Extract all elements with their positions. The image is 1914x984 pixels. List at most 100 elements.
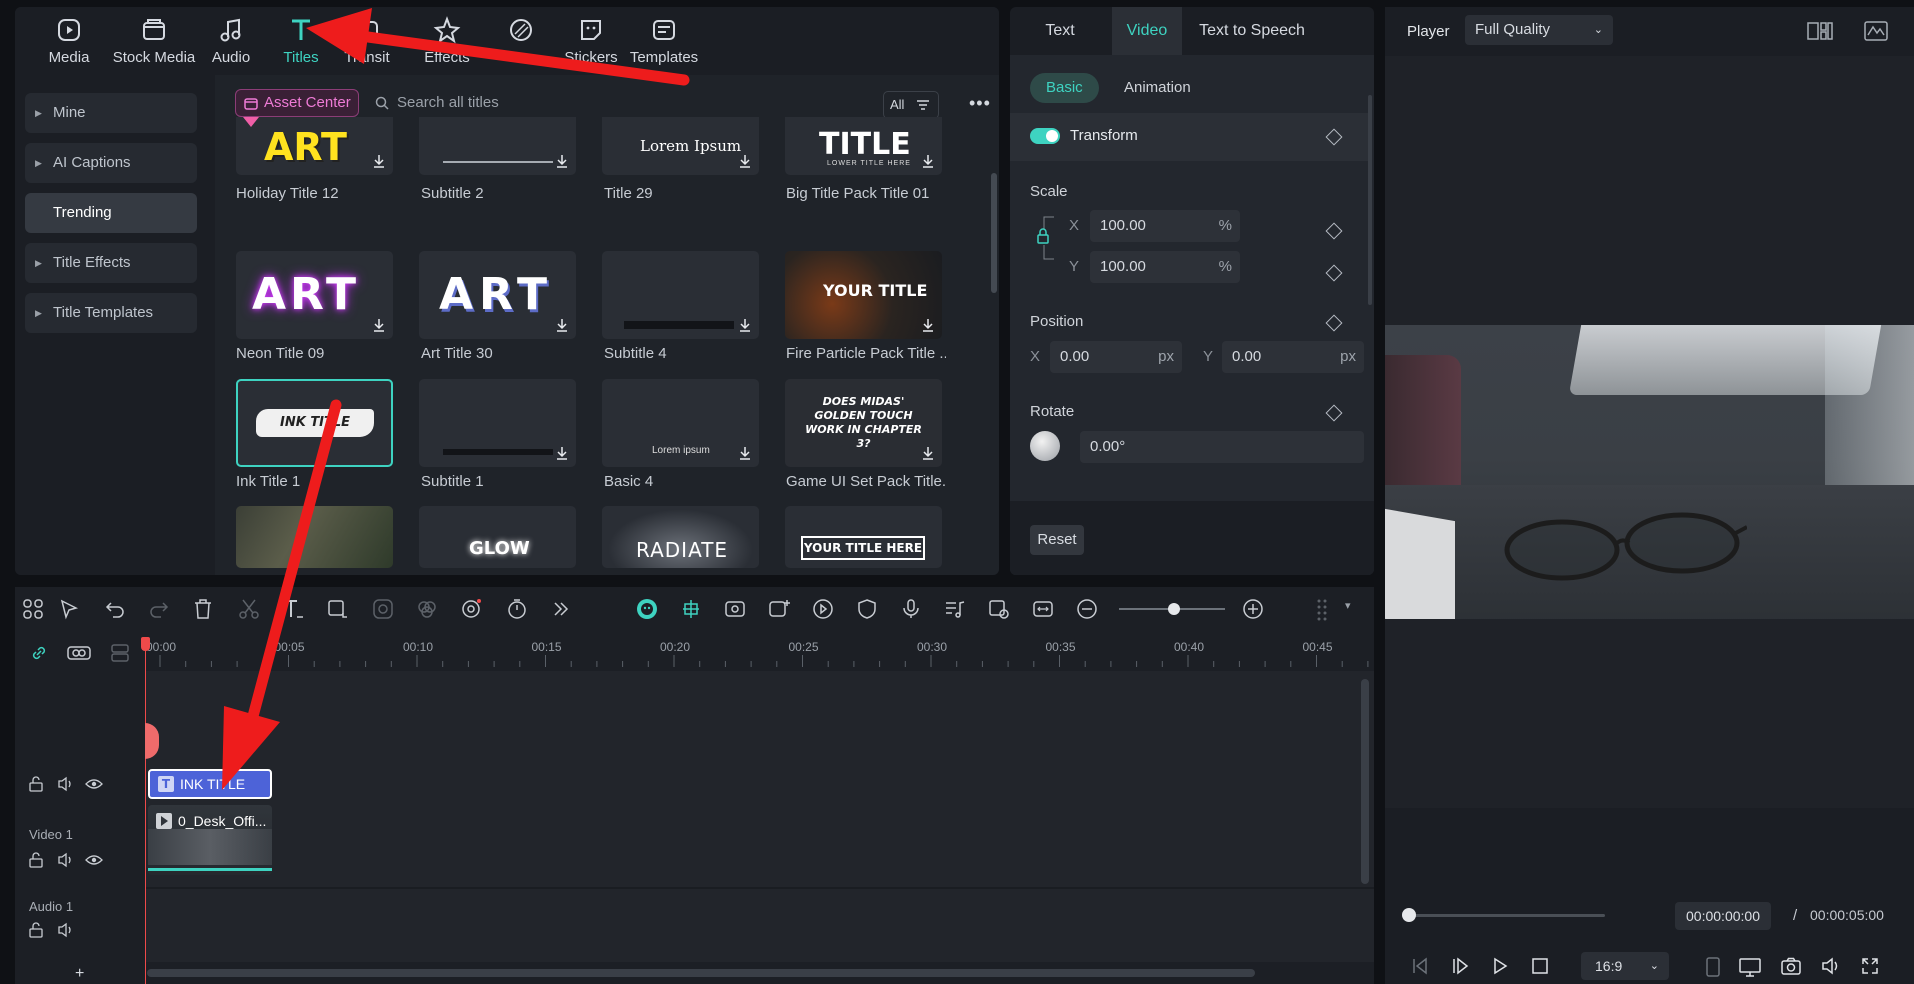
subtab-basic[interactable]: Basic bbox=[1030, 73, 1099, 103]
select-tool-icon[interactable] bbox=[57, 597, 81, 621]
download-icon[interactable] bbox=[554, 445, 570, 461]
title-card-art-title-30[interactable]: ART bbox=[419, 251, 576, 339]
asset-center-button[interactable]: Asset Center bbox=[235, 89, 359, 117]
title-card-title-29[interactable]: Lorem Ipsum bbox=[602, 117, 759, 175]
snap-icon[interactable] bbox=[679, 597, 703, 621]
more-options-icon[interactable]: ••• bbox=[969, 93, 991, 114]
sidebar-item-trending[interactable]: Trending bbox=[25, 193, 197, 233]
lock-icon[interactable] bbox=[28, 922, 44, 938]
download-icon[interactable] bbox=[737, 445, 753, 461]
filter-dropdown[interactable]: All bbox=[883, 91, 939, 119]
lock-icon[interactable] bbox=[28, 852, 44, 868]
track-manager-icon[interactable] bbox=[109, 643, 131, 663]
quality-dropdown[interactable]: Full Quality ⌄ bbox=[1465, 15, 1613, 45]
play-slow-icon[interactable] bbox=[1451, 957, 1469, 975]
vertical-scrollbar[interactable] bbox=[1361, 679, 1369, 884]
title-card-basic-4[interactable]: Lorem ipsum bbox=[602, 379, 759, 467]
video-clip-desk-office[interactable]: 0_Desk_Offi... bbox=[148, 805, 272, 875]
sidebar-item-title-effects[interactable]: ▶ Title Effects bbox=[25, 243, 197, 283]
keyframe-diamond-icon[interactable] bbox=[1325, 222, 1343, 240]
split-icon[interactable] bbox=[237, 597, 261, 621]
rotate-input[interactable]: 0.00° bbox=[1080, 431, 1364, 463]
library-scrollbar[interactable] bbox=[991, 173, 997, 293]
stop-icon[interactable] bbox=[1531, 957, 1549, 975]
speaker-icon[interactable] bbox=[57, 852, 75, 868]
download-icon[interactable] bbox=[920, 153, 936, 169]
download-icon[interactable] bbox=[737, 153, 753, 169]
tab-video[interactable]: Video bbox=[1112, 7, 1182, 55]
link-icon[interactable] bbox=[29, 643, 49, 663]
download-icon[interactable] bbox=[554, 317, 570, 333]
playhead-handle[interactable] bbox=[141, 637, 150, 651]
speaker-icon[interactable] bbox=[57, 776, 75, 792]
title-card-fire-particle-pack[interactable]: YOUR TITLE bbox=[785, 251, 942, 339]
add-track-button[interactable]: + bbox=[75, 965, 84, 983]
title-card-radiate[interactable]: RADIATE bbox=[602, 506, 759, 568]
search-input[interactable]: Search all titles bbox=[371, 89, 721, 117]
download-icon[interactable] bbox=[737, 317, 753, 333]
title-card-subtitle-4[interactable] bbox=[602, 251, 759, 339]
scopes-icon[interactable] bbox=[1864, 21, 1888, 41]
more-settings-icon[interactable] bbox=[1311, 597, 1335, 621]
speed-icon[interactable] bbox=[723, 597, 747, 621]
title-card-glow[interactable]: GLOW bbox=[419, 506, 576, 568]
download-icon[interactable] bbox=[920, 445, 936, 461]
preview-render-icon[interactable] bbox=[987, 597, 1011, 621]
play-icon[interactable] bbox=[1491, 957, 1509, 975]
subtab-animation[interactable]: Animation bbox=[1108, 73, 1207, 103]
undo-icon[interactable] bbox=[103, 597, 127, 621]
add-media-icon[interactable] bbox=[767, 597, 791, 621]
display-icon[interactable] bbox=[1739, 957, 1761, 977]
download-icon[interactable] bbox=[554, 153, 570, 169]
scale-y-input[interactable]: 100.00% bbox=[1090, 251, 1240, 283]
chevron-down-icon[interactable]: ▾ bbox=[1345, 599, 1351, 612]
transform-toggle[interactable] bbox=[1030, 128, 1060, 144]
rotate-dial[interactable] bbox=[1030, 431, 1060, 461]
volume-icon[interactable] bbox=[1821, 957, 1841, 975]
zoom-in-icon[interactable] bbox=[1241, 597, 1265, 621]
color-icon[interactable] bbox=[415, 597, 439, 621]
keyframe-diamond-icon[interactable] bbox=[1325, 264, 1343, 282]
download-icon[interactable] bbox=[920, 317, 936, 333]
lock-icon[interactable] bbox=[28, 776, 44, 792]
toolbar-stock-media[interactable]: Stock Media bbox=[111, 15, 197, 66]
layout-grid-icon[interactable] bbox=[21, 597, 45, 621]
text-tool-icon[interactable] bbox=[281, 597, 305, 621]
toolbar-effects[interactable]: Effects bbox=[407, 15, 487, 66]
mask-icon[interactable] bbox=[371, 597, 395, 621]
title-card-game-ui-set-pack[interactable]: DOES MIDAS' GOLDEN TOUCH WORK IN CHAPTER… bbox=[785, 379, 942, 467]
position-y-input[interactable]: 0.00 px bbox=[1222, 341, 1364, 373]
eye-icon[interactable] bbox=[85, 776, 103, 792]
properties-scrollbar[interactable] bbox=[1368, 95, 1372, 305]
title-card-nature-preview[interactable] bbox=[236, 506, 393, 568]
title-card-ink-title-1[interactable]: INK TITLE bbox=[236, 379, 393, 467]
shield-icon[interactable] bbox=[855, 597, 879, 621]
layout-icon[interactable] bbox=[1807, 21, 1833, 41]
auto-reframe-icon[interactable] bbox=[811, 597, 835, 621]
timeline-playhead[interactable] bbox=[145, 649, 146, 984]
aspect-ratio-dropdown[interactable]: 16:9 ⌄ bbox=[1581, 952, 1669, 980]
tab-text-to-speech[interactable]: Text to Speech bbox=[1182, 7, 1322, 55]
fullscreen-icon[interactable] bbox=[1861, 957, 1879, 975]
mark-in-icon[interactable] bbox=[1705, 957, 1721, 977]
tab-text[interactable]: Text bbox=[1010, 7, 1110, 55]
title-card-your-title-here[interactable]: YOUR TITLE HERE bbox=[785, 506, 942, 568]
keyframe-diamond-icon[interactable] bbox=[1325, 404, 1343, 422]
title-card-big-title-pack-01[interactable]: TITLE LOWER TITLE HERE bbox=[785, 117, 942, 175]
lock-ratio-icon[interactable] bbox=[1034, 215, 1056, 265]
playhead-knob[interactable] bbox=[1402, 908, 1416, 922]
keyframe-diamond-icon[interactable] bbox=[1325, 314, 1343, 332]
title-card-holiday-title-12[interactable]: ART bbox=[236, 117, 393, 175]
music-list-icon[interactable] bbox=[943, 597, 967, 621]
zoom-out-icon[interactable] bbox=[1075, 597, 1099, 621]
delete-icon[interactable] bbox=[191, 597, 215, 621]
toolbar-templates[interactable]: Templates bbox=[619, 15, 709, 66]
keyframe-diamond-icon[interactable] bbox=[1325, 128, 1343, 146]
more-tools-icon[interactable] bbox=[549, 597, 573, 621]
title-clip-ink-title[interactable]: T INK TITLE bbox=[148, 769, 272, 799]
scale-x-input[interactable]: 100.00% bbox=[1090, 210, 1240, 242]
horizontal-scrollbar[interactable] bbox=[147, 969, 1255, 977]
download-icon[interactable] bbox=[371, 153, 387, 169]
current-time-field[interactable]: 00:00:00:00 bbox=[1675, 902, 1771, 930]
sidebar-item-mine[interactable]: ▶ Mine bbox=[25, 93, 197, 133]
